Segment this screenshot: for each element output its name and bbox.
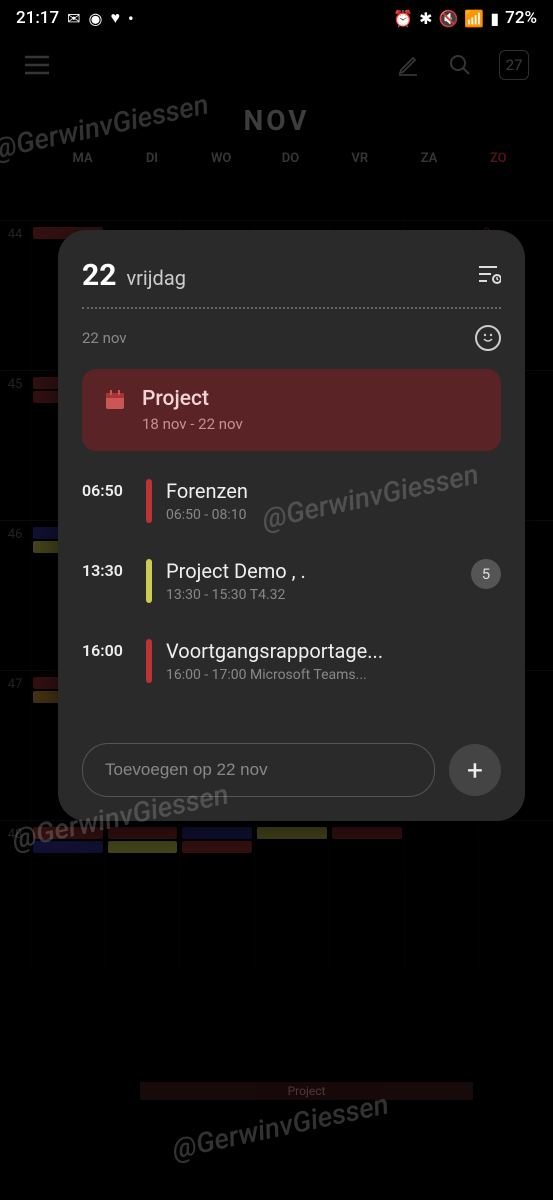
event-time: 06:50 (82, 479, 132, 500)
month-label: NOV (0, 104, 553, 137)
event-item[interactable]: 13:30 Project Demo , . 13:30 - 15:30 T4.… (82, 559, 501, 603)
event-color-bar (146, 559, 152, 603)
menu-button[interactable] (24, 52, 50, 78)
app-header: 27 (0, 36, 553, 94)
event-title: Voortgangsrapportage... (166, 639, 501, 663)
notif-icon-1: ✉ (67, 9, 80, 28)
mute-icon: 🔇 (439, 9, 459, 28)
pinterest-icon: ◉ (89, 9, 103, 28)
modal-day-number: 22 (82, 258, 116, 293)
modal-subdate: 22 nov (82, 329, 127, 347)
weekday: DI (117, 151, 186, 166)
weekday-header: MA DI WO DO VR ZA ZO (0, 137, 553, 174)
today-button[interactable]: 27 (499, 50, 529, 80)
divider (82, 307, 501, 309)
event-title: Project Demo , . (166, 559, 457, 583)
weekday: VR (325, 151, 394, 166)
event-subtitle: 06:50 - 08:10 (166, 507, 501, 523)
allday-title: Project (142, 387, 243, 411)
event-subtitle: 13:30 - 15:30 T4.32 (166, 587, 457, 603)
search-button[interactable] (447, 52, 473, 78)
week-number: 45 (0, 371, 30, 520)
week-number: 44 (0, 221, 30, 370)
modal-day-name: vrijdag (126, 266, 186, 290)
weekday: ZA (394, 151, 463, 166)
week-number: 48 (0, 821, 30, 970)
event-time: 13:30 (82, 559, 132, 580)
week-number: 47 (0, 671, 30, 820)
event-color-bar (146, 479, 152, 523)
bluetooth-icon: ✱ (419, 9, 432, 28)
battery-text: 72% (505, 8, 537, 28)
weekday: DO (256, 151, 325, 166)
week-number: 46 (0, 521, 30, 670)
signal-icon: ▮ (490, 9, 499, 28)
add-button[interactable]: + (449, 744, 501, 796)
weekday: WO (187, 151, 256, 166)
bg-allday-banner: Project (140, 1082, 473, 1100)
wifi-icon: 📶 (464, 9, 484, 28)
event-time: 16:00 (82, 639, 132, 660)
event-item[interactable]: 16:00 Voortgangsrapportage... 16:00 - 17… (82, 639, 501, 683)
calendar-icon (104, 389, 126, 411)
edit-button[interactable] (395, 52, 421, 78)
mood-button[interactable] (475, 325, 501, 351)
event-title: Forenzen (166, 479, 501, 503)
dot-icon: • (128, 9, 134, 28)
event-badge: 5 (471, 559, 501, 589)
weekday: MA (48, 151, 117, 166)
quick-add-input[interactable] (82, 743, 435, 797)
event-item[interactable]: 06:50 Forenzen 06:50 - 08:10 (82, 479, 501, 523)
event-subtitle: 16:00 - 17:00 Microsoft Teams... (166, 667, 501, 683)
status-bar: 21:17 ✉ ◉ ♥ • ⏰ ✱ 🔇 📶 ▮ 72% (0, 0, 553, 36)
alarm-icon: ⏰ (393, 9, 413, 28)
day-detail-modal: 22 vrijdag 22 nov Project 18 nov - 22 no… (58, 230, 525, 821)
heart-icon: ♥ (111, 8, 121, 28)
filter-icon[interactable] (477, 263, 501, 289)
allday-subtitle: 18 nov - 22 nov (142, 415, 243, 433)
status-time: 21:17 (16, 8, 59, 28)
weekday-sun: ZO (464, 151, 533, 166)
allday-event[interactable]: Project 18 nov - 22 nov (82, 369, 501, 451)
event-color-bar (146, 639, 152, 683)
